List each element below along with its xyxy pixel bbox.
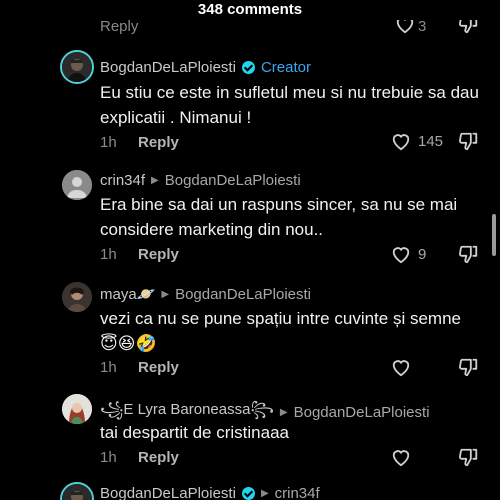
like-button[interactable]: [390, 447, 412, 467]
comment-count: 348 comments: [197, 1, 303, 18]
heart-icon[interactable]: [390, 131, 412, 151]
comment-time: 1h: [100, 246, 117, 263]
comment-author[interactable]: crin34f ▶ BogdanDeLaPloiesti: [100, 172, 301, 189]
reply-to-name[interactable]: crin34f: [275, 485, 320, 500]
comment-time: 1h: [100, 134, 117, 151]
verified-icon: [241, 487, 255, 500]
heart-icon[interactable]: [394, 20, 416, 39]
dislike-icon[interactable]: [458, 131, 480, 156]
reply-button[interactable]: Reply: [138, 134, 179, 151]
comment-text: Era bine sa dai un raspuns sincer, sa nu…: [100, 195, 458, 239]
comment-author[interactable]: BogdanDeLaPloiesti ▶ crin34f: [100, 485, 320, 500]
heart-icon[interactable]: [390, 447, 412, 467]
author-name[interactable]: maya🪐: [100, 285, 155, 303]
author-name[interactable]: BogdanDeLaPloiesti: [100, 485, 236, 500]
comment-time: 1h: [100, 449, 117, 466]
comment-text: vezi ca nu se pune spațiu intre cuvinte …: [100, 306, 480, 356]
reply-button[interactable]: Reply: [138, 449, 179, 466]
avatar[interactable]: [62, 282, 92, 312]
author-name[interactable]: BogdanDeLaPloiesti: [100, 59, 236, 76]
verified-icon: [241, 61, 255, 74]
comment-text-body: vezi ca nu se pune spațiu intre cuvinte …: [100, 309, 461, 328]
dislike-icon[interactable]: [458, 20, 480, 39]
reply-arrow-icon: ▶: [279, 407, 288, 418]
comment-meta: 1h Reply: [100, 246, 179, 263]
comment-meta: 1h Reply: [100, 449, 179, 466]
scrollbar[interactable]: [492, 214, 496, 256]
avatar[interactable]: [62, 394, 92, 424]
dislike-icon[interactable]: [458, 447, 480, 472]
comment-text: tai despartit de cristinaaa: [100, 423, 289, 442]
partial-comment-actions: Reply 3: [0, 20, 500, 40]
comment-text: Eu stiu ce este in sufletul meu si nu tr…: [100, 83, 479, 127]
creator-badge: Creator: [260, 59, 311, 76]
comment-time: 1h: [100, 359, 117, 376]
reply-to-name[interactable]: BogdanDeLaPloiesti: [294, 404, 430, 421]
reply-to-name[interactable]: BogdanDeLaPloiesti: [175, 286, 311, 303]
reply-arrow-icon: ▶: [151, 175, 159, 186]
comments-header: 348 comments: [0, 0, 500, 22]
heart-icon[interactable]: [390, 244, 412, 264]
avatar[interactable]: [62, 170, 92, 200]
reply-button[interactable]: Reply: [100, 20, 138, 35]
like-button[interactable]: [390, 357, 412, 377]
comment-author[interactable]: maya🪐 ▶ BogdanDeLaPloiesti: [100, 285, 311, 304]
reply-button[interactable]: Reply: [138, 246, 179, 263]
like-button[interactable]: 145: [390, 131, 443, 151]
like-count: 3: [418, 20, 427, 35]
reply-button[interactable]: Reply: [138, 359, 179, 376]
dislike-icon[interactable]: [458, 244, 480, 269]
heart-icon[interactable]: [390, 357, 412, 377]
like-count: 9: [418, 245, 427, 263]
comment-emoji: 😇😆🤣: [100, 334, 157, 353]
author-name[interactable]: crin34f: [100, 172, 145, 189]
avatar[interactable]: [60, 50, 94, 84]
like-count: 145: [418, 132, 444, 150]
comment-meta: 1h Reply: [100, 359, 179, 376]
avatar[interactable]: [60, 482, 94, 500]
reply-to-name[interactable]: BogdanDeLaPloiesti: [165, 172, 301, 189]
dislike-icon[interactable]: [458, 357, 480, 382]
comment-meta: 1h Reply: [100, 134, 179, 151]
comment-author[interactable]: BogdanDeLaPloiesti Creator: [100, 59, 311, 76]
reply-arrow-icon: ▶: [161, 288, 170, 300]
reply-arrow-icon: ▶: [260, 488, 269, 499]
like-button[interactable]: 9: [390, 244, 426, 264]
